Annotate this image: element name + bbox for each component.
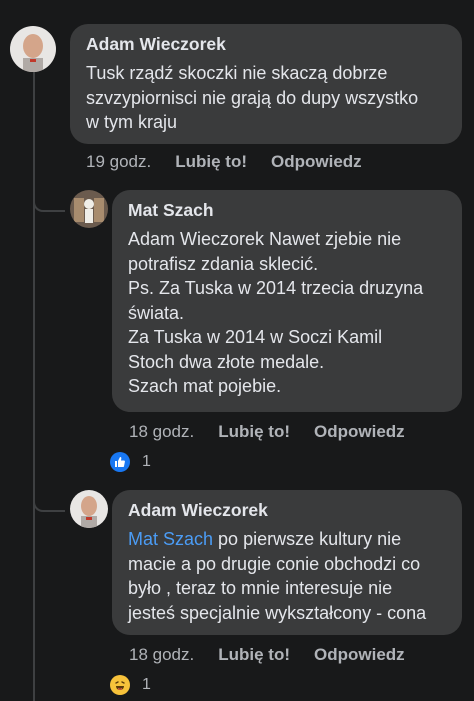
comment-actions: 18 godz. Lubię to! Odpowiedz (129, 422, 405, 442)
mention-link[interactable]: Mat Szach (128, 529, 213, 549)
reply-connector (33, 480, 65, 512)
avatar[interactable] (70, 190, 108, 228)
comment-bubble: Adam Wieczorek Mat Szach po pierwsze kul… (112, 490, 462, 635)
avatar[interactable] (10, 26, 56, 72)
comment-text: Adam Wieczorek Nawet zjebie nie potrafis… (128, 229, 424, 396)
like-button[interactable]: Lubię to! (218, 645, 290, 665)
comment-text: Mat Szach po pierwsze kultury nie macie … (128, 529, 427, 623)
comment-author[interactable]: Adam Wieczorek (86, 34, 448, 55)
comment-timestamp[interactable]: 18 godz. (129, 645, 194, 665)
comment-bubble: Mat Szach Adam Wieczorek Nawet zjebie ni… (112, 190, 462, 412)
comment-text: Tusk rządź skoczki nie skaczą dobrze szv… (86, 63, 419, 132)
comment-timestamp[interactable]: 19 godz. (86, 152, 151, 172)
reply-connector (33, 180, 65, 212)
haha-icon (110, 675, 130, 695)
comment-actions: 18 godz. Lubię to! Odpowiedz (129, 645, 405, 665)
reaction-count: 1 (142, 453, 151, 470)
like-icon (110, 452, 130, 472)
avatar[interactable] (70, 490, 108, 528)
reaction-summary[interactable]: 1 (110, 675, 151, 695)
reply-button[interactable]: Odpowiedz (271, 152, 362, 172)
comment-author[interactable]: Adam Wieczorek (128, 500, 448, 521)
like-button[interactable]: Lubię to! (175, 152, 247, 172)
reaction-summary[interactable]: 1 (110, 452, 151, 472)
comment-author[interactable]: Mat Szach (128, 200, 448, 221)
comment-actions: 19 godz. Lubię to! Odpowiedz (86, 152, 362, 172)
reply-button[interactable]: Odpowiedz (314, 645, 405, 665)
reply-button[interactable]: Odpowiedz (314, 422, 405, 442)
thread-line (33, 72, 35, 701)
like-button[interactable]: Lubię to! (218, 422, 290, 442)
comment-bubble: Adam Wieczorek Tusk rządź skoczki nie sk… (70, 24, 462, 144)
reaction-count: 1 (142, 676, 151, 693)
comment-timestamp[interactable]: 18 godz. (129, 422, 194, 442)
